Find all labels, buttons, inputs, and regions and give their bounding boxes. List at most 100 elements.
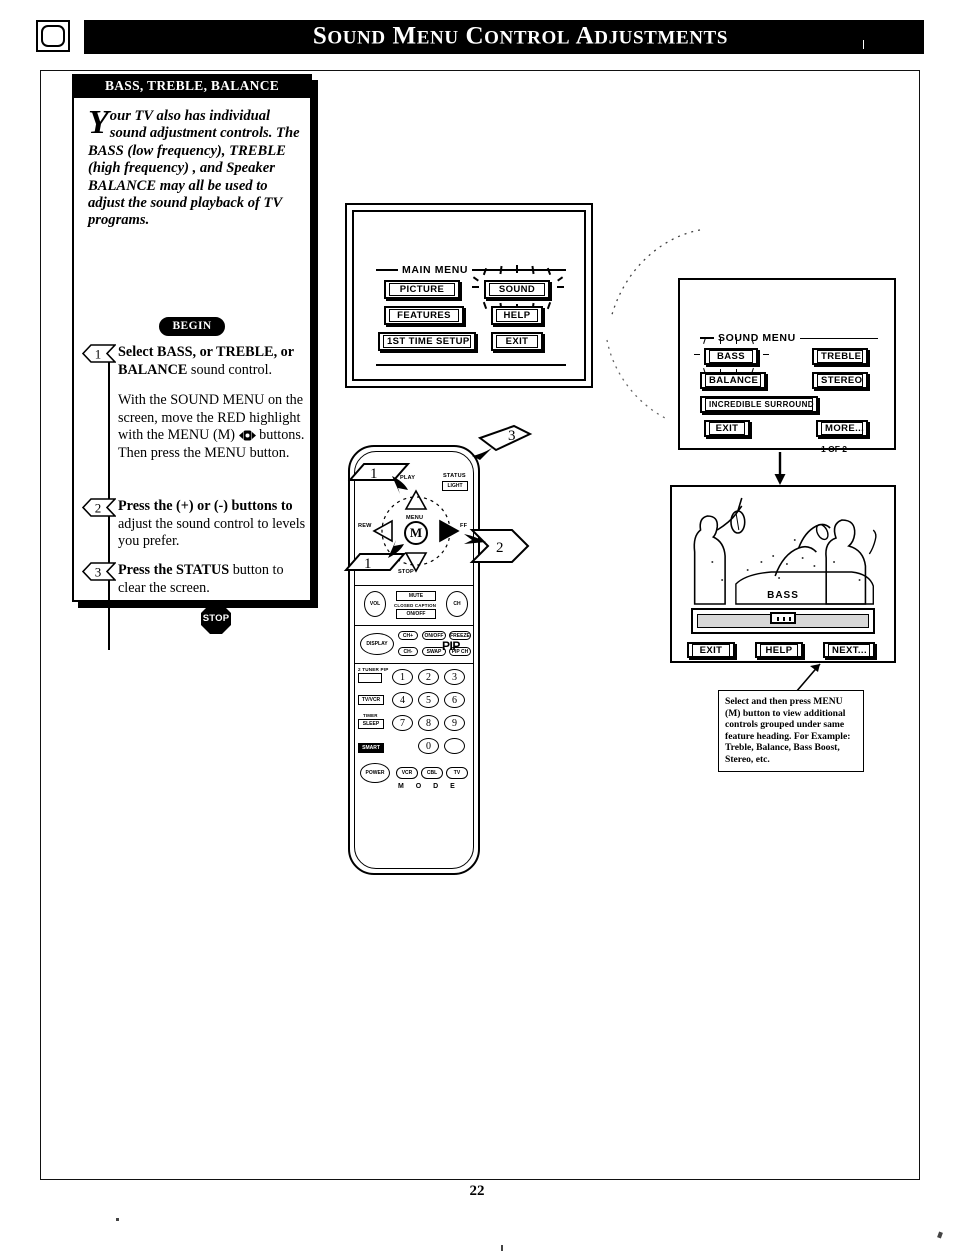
sound-menu-button-balance[interactable]: BALANCE bbox=[700, 372, 766, 389]
svg-text:1: 1 bbox=[370, 466, 378, 482]
keypad-0[interactable]: 0 bbox=[418, 738, 439, 754]
bass-slider-thumb[interactable] bbox=[770, 612, 796, 624]
step-1-text: Select BASS, or TREBLE, or BALANCE sound… bbox=[118, 344, 314, 462]
header-tick bbox=[863, 40, 864, 49]
step-2: 2 Press the (+) or (-) buttons to adjust… bbox=[82, 498, 314, 568]
label-rew: REW bbox=[358, 523, 372, 529]
step-3-text: Press the STATUS button to clear the scr… bbox=[118, 562, 314, 597]
page-rule-right bbox=[850, 448, 876, 450]
main-menu-title: MAIN MENU bbox=[402, 264, 469, 276]
sleep-button[interactable]: SLEEP bbox=[358, 719, 384, 729]
begin-badge-wrap: BEGIN bbox=[74, 316, 310, 336]
keypad-7[interactable]: 7 bbox=[392, 715, 413, 731]
stop-badge-wrap: STOP bbox=[118, 604, 314, 634]
rounded-square-icon bbox=[41, 25, 65, 47]
step-rail bbox=[108, 356, 110, 502]
title-rule-right bbox=[799, 337, 878, 339]
page-number: 22 bbox=[469, 1183, 485, 1199]
title-rule-right bbox=[472, 269, 566, 271]
channel-button[interactable]: CH bbox=[446, 591, 468, 617]
callout-1-upper: 1 bbox=[347, 460, 411, 494]
cc-onoff-button[interactable]: ON/OFF bbox=[396, 609, 436, 619]
bass-osd: BASS EXIT HELP NEXT... bbox=[677, 492, 889, 658]
sound-menu-button-stereo[interactable]: STEREO bbox=[812, 372, 868, 389]
main-menu-button-exit[interactable]: EXIT bbox=[491, 332, 543, 351]
page-title: SOUND MENU CONTROL ADJUSTMENTS bbox=[312, 22, 728, 50]
pip-logo: PIP bbox=[442, 639, 460, 653]
mute-button[interactable]: MUTE bbox=[396, 591, 436, 601]
keypad-9[interactable]: 9 bbox=[444, 715, 465, 731]
drop-cap: Y bbox=[88, 104, 109, 141]
sound-menu-button-more[interactable]: MORE... bbox=[816, 420, 868, 437]
callout-1-lower: 1 bbox=[343, 540, 407, 574]
bass-button-exit[interactable]: EXIT bbox=[687, 642, 735, 658]
scan-speck bbox=[937, 1231, 943, 1239]
remote-divider-2 bbox=[355, 625, 473, 626]
arrow-down-connector bbox=[774, 452, 786, 485]
bass-button-help[interactable]: HELP bbox=[755, 642, 803, 658]
sound-menu-button-bass[interactable]: BASS bbox=[704, 348, 758, 365]
stop-sign-icon: STOP bbox=[201, 604, 231, 634]
step-rail bbox=[108, 574, 110, 650]
main-menu-button-first-time-setup[interactable]: 1ST TIME SETUP bbox=[378, 332, 476, 351]
light-button[interactable]: LIGHT bbox=[442, 481, 468, 491]
tuner-pip-button[interactable] bbox=[358, 673, 382, 683]
callout-3: 3 bbox=[470, 424, 533, 460]
sound-menu-page-row: 1 OF 2 bbox=[700, 444, 876, 454]
svg-text:2: 2 bbox=[496, 540, 504, 556]
main-menu-osd: MAIN MENU PICTURE SOUND FEATURES HELP 1S… bbox=[354, 212, 584, 379]
step-rail bbox=[108, 510, 110, 568]
sound-menu-title-row: SOUND MENU bbox=[700, 332, 878, 344]
svg-text:3: 3 bbox=[95, 565, 102, 580]
mode-label: M O D E bbox=[398, 783, 460, 790]
sound-menu-button-treble[interactable]: TREBLE bbox=[812, 348, 868, 365]
channel-down-button[interactable]: CH- bbox=[398, 647, 418, 656]
keypad-extra[interactable] bbox=[444, 738, 465, 754]
main-menu-button-features[interactable]: FEATURES bbox=[384, 306, 464, 325]
remote-divider-3 bbox=[355, 663, 473, 664]
sound-menu-osd: SOUND MENU BASS TREBLE BALANCE STEREO IN… bbox=[686, 286, 888, 454]
keypad-3[interactable]: 3 bbox=[444, 669, 465, 685]
volume-button[interactable]: VOL bbox=[364, 591, 386, 617]
bass-slider[interactable] bbox=[691, 608, 875, 634]
step-1: 1 Select BASS, or TREBLE, or BALANCE sou… bbox=[82, 344, 314, 502]
power-button[interactable]: POWER bbox=[360, 763, 390, 783]
mode-button-cbl[interactable]: CBL bbox=[421, 767, 443, 779]
display-button[interactable]: DISPLAY bbox=[360, 633, 394, 655]
step-2-lead-tail: adjust the sound control to levels you p… bbox=[118, 515, 306, 550]
mode-button-tv[interactable]: TV bbox=[446, 767, 468, 779]
keypad-6[interactable]: 6 bbox=[444, 692, 465, 708]
bass-slider-label: BASS bbox=[763, 590, 803, 601]
step-2-lead: Press the (+) or (-) buttons to bbox=[118, 498, 293, 514]
keypad-1[interactable]: 1 bbox=[392, 669, 413, 685]
keypad-2[interactable]: 2 bbox=[418, 669, 439, 685]
main-menu-button-sound[interactable]: SOUND bbox=[484, 280, 550, 299]
step-number-badge-3: 3 bbox=[82, 562, 116, 581]
scan-speck bbox=[116, 1218, 119, 1221]
smart-button[interactable]: SMART bbox=[358, 743, 384, 753]
keypad-5[interactable]: 5 bbox=[418, 692, 439, 708]
dpad-icon bbox=[238, 429, 256, 442]
panel-title: BASS, TREBLE, BALANCE bbox=[72, 74, 312, 98]
bass-button-next[interactable]: NEXT... bbox=[823, 642, 875, 658]
channel-up-button[interactable]: CH+ bbox=[398, 631, 418, 640]
main-menu-button-help[interactable]: HELP bbox=[491, 306, 543, 325]
mode-button-vcr[interactable]: VCR bbox=[396, 767, 418, 779]
label-status: STATUS bbox=[443, 473, 466, 479]
tv-vcr-button[interactable]: TV/VCR bbox=[358, 695, 384, 705]
caption-text: Select and then press MENU (M) button to… bbox=[725, 696, 851, 765]
step-2-text: Press the (+) or (-) buttons to adjust t… bbox=[118, 498, 314, 551]
step-number-badge-2: 2 bbox=[82, 498, 116, 517]
sound-menu-button-exit[interactable]: EXIT bbox=[704, 420, 750, 437]
keypad-4[interactable]: 4 bbox=[392, 692, 413, 708]
callout-2: 2 bbox=[462, 528, 530, 563]
remote-control: M MENU PLAY REW FF STOP STATUS LIGHT VOL… bbox=[348, 445, 480, 875]
sound-menu-title: SOUND MENU bbox=[718, 332, 796, 344]
steps-list: 1 Select BASS, or TREBLE, or BALANCE sou… bbox=[82, 344, 314, 650]
keypad-8[interactable]: 8 bbox=[418, 715, 439, 731]
instruction-panel: BASS, TREBLE, BALANCE Your TV also has i… bbox=[72, 74, 312, 650]
step-1-lead-tail: sound control. bbox=[187, 361, 273, 378]
main-menu-title-row: MAIN MENU bbox=[376, 264, 566, 276]
sound-menu-button-incredible-surround[interactable]: INCREDIBLE SURROUND bbox=[700, 396, 818, 413]
main-menu-button-picture[interactable]: PICTURE bbox=[384, 280, 460, 299]
